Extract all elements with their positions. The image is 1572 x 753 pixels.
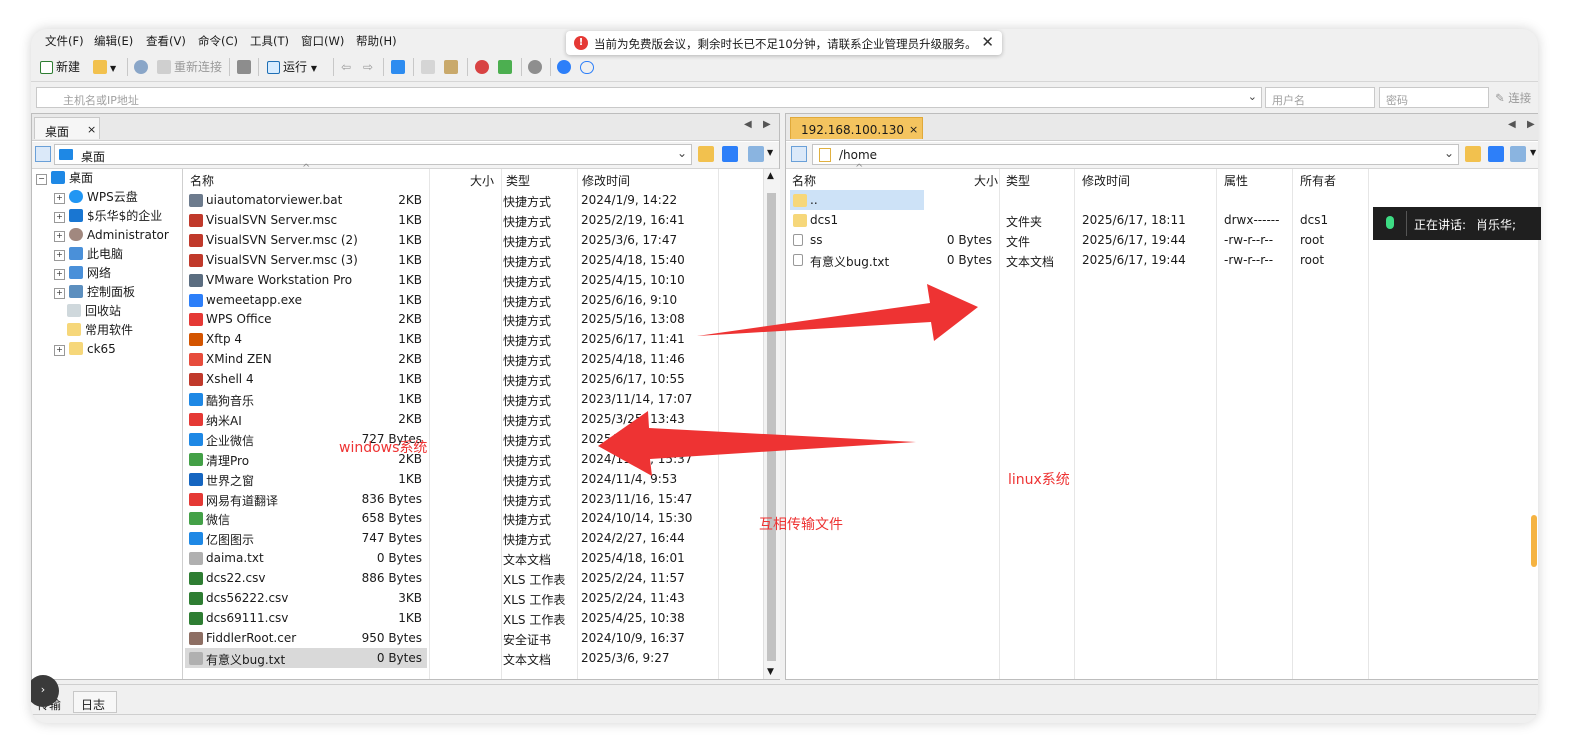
arrow-to-linux [697,284,978,341]
annotation-arrows [598,284,978,476]
annotation-windows: windows系统 [339,440,428,456]
annotation-transfer: 互相传输文件 [759,517,843,533]
arrow-to-windows [598,411,916,476]
annotation-linux: linux系统 [1008,472,1070,488]
